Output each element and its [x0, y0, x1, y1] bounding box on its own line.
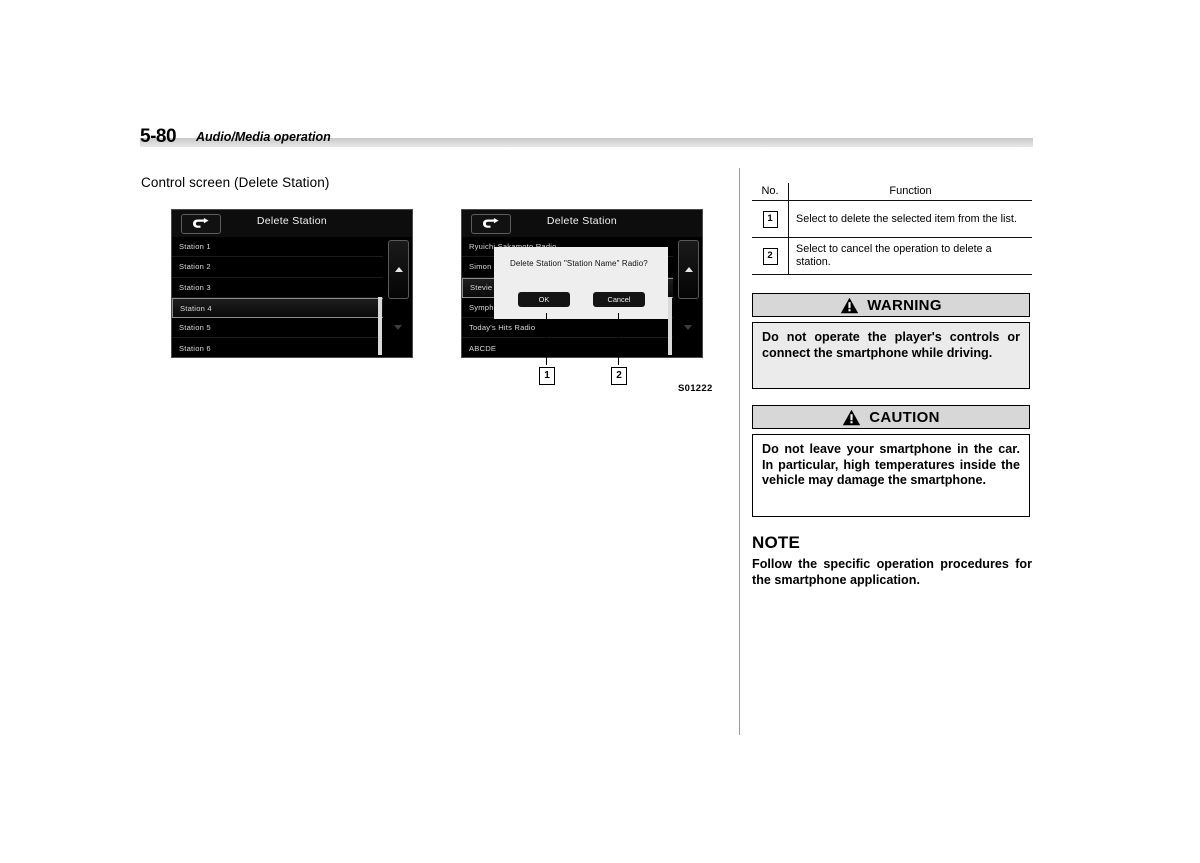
caution-triangle-icon [842, 409, 861, 426]
confirm-dialog: Delete Station "Station Name" Radio? OK … [494, 247, 668, 319]
scroll-track[interactable] [668, 297, 672, 355]
column-divider [739, 168, 740, 735]
table-row: 2 Select to cancel the operation to dele… [752, 237, 1032, 275]
callout-leader-1 [546, 313, 547, 365]
caution-header: CAUTION [752, 405, 1030, 429]
list-item[interactable]: Station 5 [172, 318, 385, 339]
triangle-up-icon[interactable] [678, 240, 699, 299]
table-header-function: Function [788, 183, 1032, 201]
triangle-up-icon[interactable] [388, 240, 409, 299]
list-item[interactable]: Station 3 [172, 278, 385, 298]
list-item[interactable]: Station 1 [172, 237, 385, 258]
list-item[interactable]: Station 6 [172, 338, 385, 357]
screen-topbar: Delete Station [172, 210, 412, 238]
scrollbar[interactable] [668, 237, 702, 357]
figure-reference: S01222 [678, 383, 713, 394]
note-text: Follow the specific operation procedures… [752, 557, 1032, 587]
cancel-button[interactable]: Cancel [593, 292, 645, 307]
row-number-badge: 2 [762, 247, 778, 265]
note-title: NOTE [752, 533, 801, 552]
screenshot-delete-station-list: Delete Station Station 1 Station 2 Stati… [171, 209, 413, 358]
function-table: No. Function 1 Select to delete the sele… [752, 183, 1032, 275]
page-number: 5-80 [140, 126, 177, 147]
screenshot-delete-station-confirm: Delete Station Ryuichi Sakamoto Radio Si… [461, 209, 703, 358]
screen-title: Delete Station [546, 215, 618, 227]
screen-title: Delete Station [256, 215, 328, 227]
list-item[interactable]: ABCDE [462, 338, 675, 357]
caution-title: CAUTION [869, 408, 940, 426]
section-caption: Control screen (Delete Station) [141, 175, 330, 190]
list-item[interactable]: Today's Hits Radio [462, 318, 675, 339]
table-cell-function: Select to delete the selected item from … [788, 200, 1032, 238]
scroll-track[interactable] [378, 297, 382, 355]
scrollbar[interactable] [378, 237, 412, 357]
warning-title: WARNING [867, 296, 942, 314]
table-cell-no: 1 [752, 200, 789, 238]
dialog-message: Delete Station "Station Name" Radio? [510, 259, 648, 268]
triangle-down-icon[interactable] [388, 299, 407, 356]
callout-marker-2: 2 [611, 367, 627, 385]
warning-text: Do not operate the player's controls or … [752, 322, 1030, 389]
callout-marker-1: 1 [539, 367, 555, 385]
station-list: Station 1 Station 2 Station 3 Station 4 … [172, 237, 412, 357]
caution-text: Do not leave your smartphone in the car.… [752, 434, 1030, 517]
table-row: 1 Select to delete the selected item fro… [752, 200, 1032, 238]
page-header: 5-80 Audio/Media operation [140, 126, 1033, 148]
list-item[interactable]: Station 2 [172, 257, 385, 278]
ok-button[interactable]: OK [518, 292, 570, 307]
table-cell-no: 2 [752, 237, 789, 275]
triangle-down-icon[interactable] [678, 299, 697, 356]
screen-topbar: Delete Station [462, 210, 702, 238]
callout-leader-2 [618, 313, 619, 365]
table-cell-function: Select to cancel the operation to delete… [788, 237, 1032, 275]
table-header-no: No. [752, 183, 789, 201]
section-title: Audio/Media operation [196, 130, 331, 144]
row-number-badge: 1 [762, 210, 778, 228]
warning-header: WARNING [752, 293, 1030, 317]
list-item-selected[interactable]: Station 4 [172, 297, 385, 319]
warning-triangle-icon [840, 297, 859, 314]
